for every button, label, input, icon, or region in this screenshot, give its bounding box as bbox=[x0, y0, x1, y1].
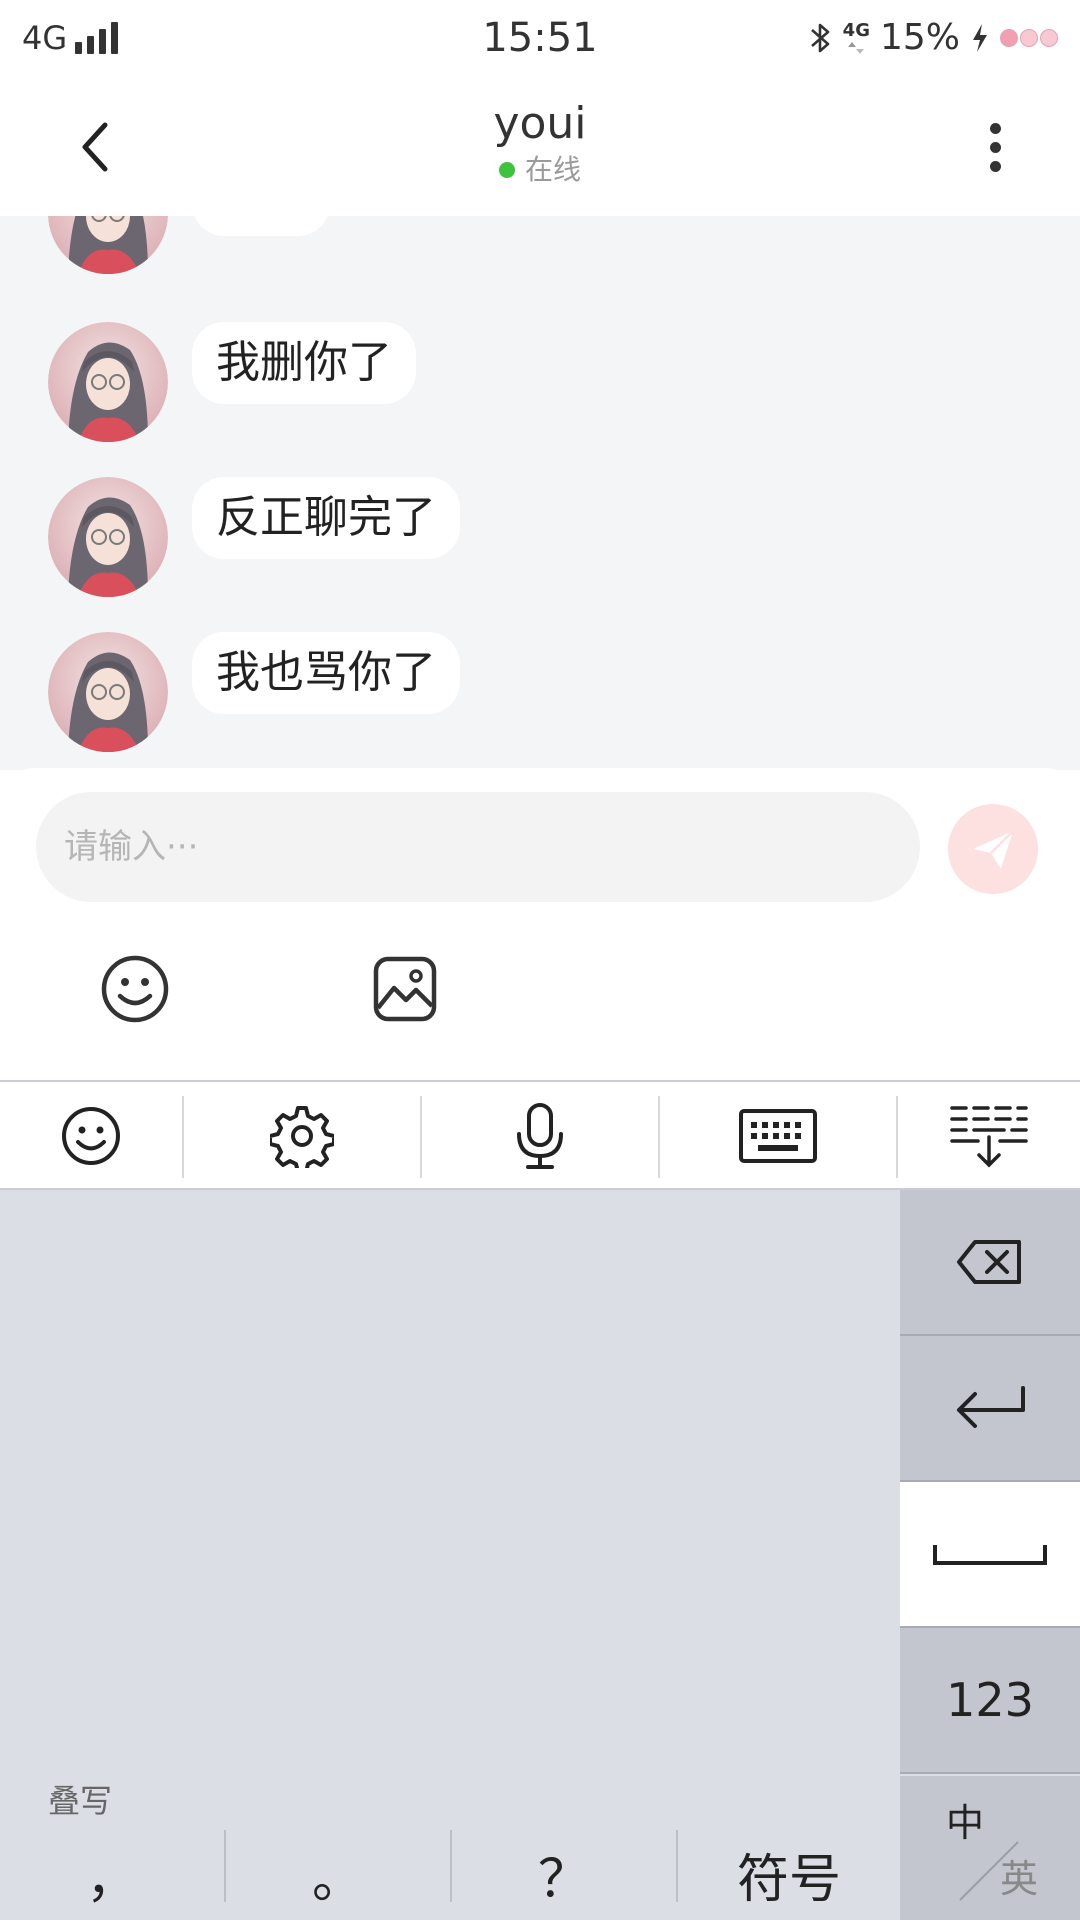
message-row bbox=[48, 216, 330, 274]
image-button[interactable] bbox=[372, 954, 438, 1024]
battery-percent: 15% bbox=[879, 17, 960, 58]
keyboard-icon bbox=[739, 1109, 817, 1163]
punctuation-row: ， 。 ？ 符号 bbox=[0, 1828, 900, 1920]
message-bubble[interactable]: 反正聊完了 bbox=[192, 477, 460, 559]
keyboard-switch-button[interactable] bbox=[660, 1082, 896, 1190]
more-dot bbox=[989, 122, 1001, 134]
more-dot bbox=[989, 141, 1001, 153]
numbers-key-label: 123 bbox=[946, 1673, 1034, 1727]
network-small-label: 4G bbox=[842, 20, 870, 41]
return-icon bbox=[957, 1386, 1025, 1428]
battery-fruit-icon bbox=[1000, 29, 1058, 47]
enter-key[interactable] bbox=[900, 1336, 1080, 1482]
emoji-icon bbox=[62, 1107, 120, 1165]
smile-icon bbox=[101, 955, 169, 1023]
bluetooth-icon bbox=[810, 23, 829, 53]
keyboard-emoji-button[interactable] bbox=[0, 1082, 182, 1190]
period-key[interactable]: 。 bbox=[226, 1828, 450, 1920]
space-icon bbox=[933, 1545, 1047, 1565]
avatar[interactable] bbox=[48, 632, 168, 752]
status-bar: 4G 15:51 4G 15% bbox=[0, 0, 1080, 76]
keyboard-toolbar bbox=[0, 1080, 1080, 1190]
keyboard-settings-button[interactable] bbox=[184, 1082, 420, 1190]
status-right: 4G 15% bbox=[809, 16, 1058, 60]
backspace-icon bbox=[957, 1240, 1021, 1284]
picture-icon bbox=[373, 956, 437, 1022]
online-dot-icon bbox=[498, 162, 515, 178]
charging-icon bbox=[973, 24, 987, 52]
keyboard-voice-button[interactable] bbox=[422, 1082, 658, 1190]
send-icon bbox=[973, 830, 1014, 869]
avatar[interactable] bbox=[48, 477, 168, 597]
online-status-label: 在线 bbox=[524, 153, 581, 186]
space-key[interactable] bbox=[900, 1482, 1080, 1628]
question-key[interactable]: ？ bbox=[452, 1828, 676, 1920]
emoji-button[interactable] bbox=[100, 954, 170, 1024]
numbers-key[interactable]: 123 bbox=[900, 1628, 1080, 1774]
gear-icon bbox=[270, 1106, 334, 1168]
message-row: 我删你了 bbox=[48, 322, 416, 442]
language-switch-key[interactable]: 中 英 bbox=[900, 1776, 1080, 1920]
delete-key[interactable] bbox=[900, 1190, 1080, 1336]
online-status: 在线 bbox=[0, 154, 1080, 186]
avatar[interactable] bbox=[48, 216, 168, 274]
keyboard: 叠写 ， 。 ？ 符号 123 中 英 bbox=[0, 1190, 1080, 1920]
avatar[interactable] bbox=[48, 322, 168, 442]
handwrite-mode-label: 叠写 bbox=[48, 1782, 113, 1820]
chat-title: youi bbox=[493, 98, 587, 149]
collapse-keyboard-icon bbox=[950, 1106, 1028, 1168]
data-arrows-icon bbox=[848, 42, 865, 54]
message-row: 反正聊完了 bbox=[48, 477, 460, 597]
message-row: 我也骂你了 bbox=[48, 632, 460, 752]
message-bubble[interactable] bbox=[192, 216, 330, 236]
more-options-button[interactable] bbox=[960, 112, 1030, 182]
composer-panel: 请输入··· bbox=[0, 768, 1080, 1080]
symbols-key[interactable]: 符号 bbox=[678, 1828, 900, 1920]
lang-divider-icon bbox=[959, 1841, 1019, 1901]
message-list[interactable]: 我删你了 反正聊完了 我也骂你了 bbox=[0, 216, 1080, 770]
handwriting-area[interactable] bbox=[0, 1190, 900, 1826]
microphone-icon bbox=[517, 1103, 563, 1169]
lang-en-label: 英 bbox=[1000, 1857, 1039, 1901]
chat-header: youi 在线 bbox=[0, 76, 1080, 216]
message-bubble[interactable]: 我删你了 bbox=[192, 322, 416, 404]
send-button[interactable] bbox=[948, 804, 1038, 894]
message-input[interactable]: 请输入··· bbox=[36, 792, 920, 902]
keyboard-collapse-button[interactable] bbox=[898, 1082, 1080, 1190]
more-dot bbox=[989, 160, 1001, 172]
comma-key[interactable]: ， bbox=[0, 1828, 224, 1920]
message-bubble[interactable]: 我也骂你了 bbox=[192, 632, 460, 714]
